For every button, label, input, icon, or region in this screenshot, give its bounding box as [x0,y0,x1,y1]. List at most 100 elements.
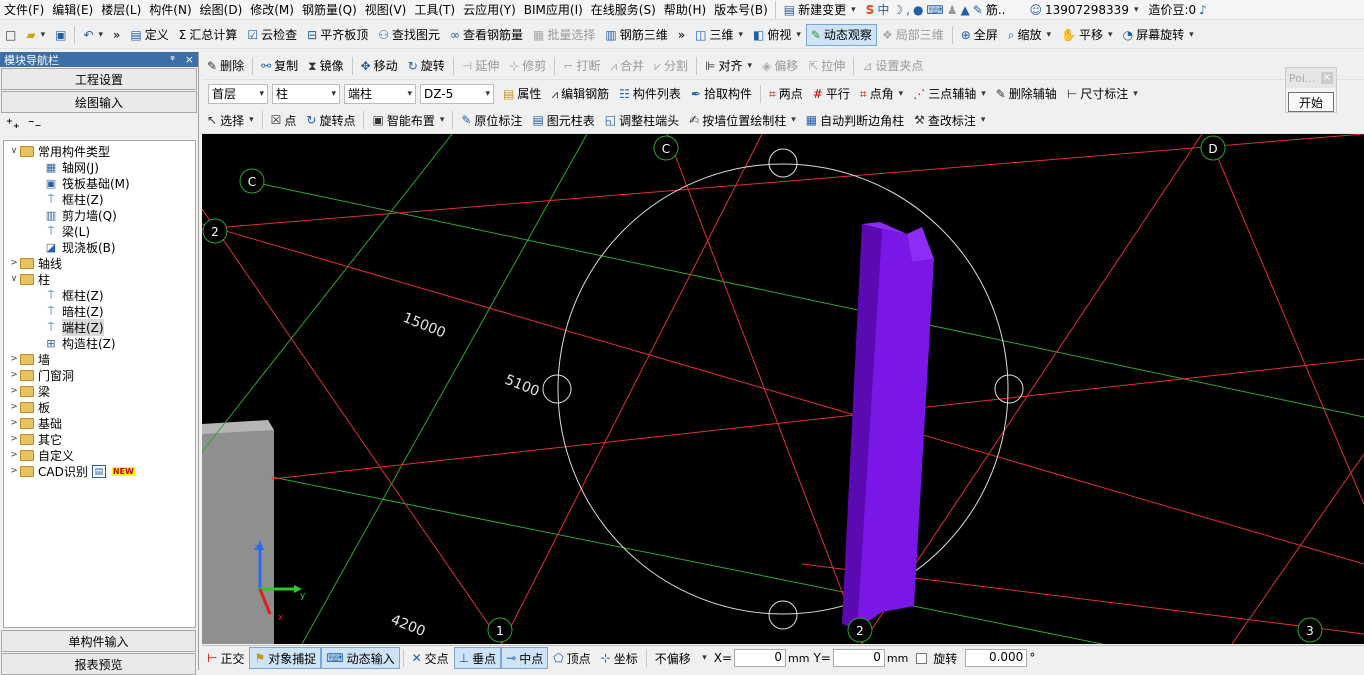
fullscreen-button[interactable]: ⊕ 全屏 [956,24,1003,46]
pick-component-button[interactable]: ✒ 拾取构件 [686,83,757,105]
dynamic-input-toggle[interactable]: ⌨ 动态输入 [321,647,400,669]
stretch-button[interactable]: ⇱ 拉伸 [803,55,850,77]
open-file-button[interactable]: ▰ ▾ [21,24,50,46]
trim-button[interactable]: ⊹ 修剪 [504,55,551,77]
menu-file[interactable]: 文件(F) [0,0,48,19]
point-button[interactable]: ☒ 点 [266,109,302,131]
menu-floor[interactable]: 楼层(L) [97,0,145,19]
close-icon[interactable]: × [185,53,194,66]
rotate-button[interactable]: ↻ 旋转 [403,55,450,77]
tree-item[interactable]: ⍑ 暗柱(Z) [4,303,195,319]
orbit-circle[interactable] [557,163,1009,615]
in-place-label-button[interactable]: ✎ 原位标注 [456,109,527,131]
tree-item[interactable]: > 板 [4,399,195,415]
ortho-toggle[interactable]: ⊢ 正交 [202,647,249,669]
orbit-handle-right[interactable] [994,374,1024,404]
tree-item[interactable]: ▣ 筏板基础(M) [4,175,195,191]
mirror-button[interactable]: ⧗ 镜像 [303,55,348,77]
move-button[interactable]: ✥ 移动 [356,55,403,77]
orbit-handle-top[interactable] [768,148,798,178]
menu-view[interactable]: 视图(V) [361,0,411,19]
single-component-input-button[interactable]: 单构件输入 [1,630,196,652]
tree-item[interactable]: > 其它 [4,431,195,447]
sum-calc-button[interactable]: Σ 汇总计算 [174,24,243,46]
find-element-button[interactable]: ⚇ 查找图元 [373,24,445,46]
save-button[interactable]: ▣ [50,24,71,46]
extend-button[interactable]: ⊣ 延伸 [457,55,504,77]
menu-tools[interactable]: 工具(T) [410,0,459,19]
coordinate-snap-toggle[interactable]: ⊹ 坐标 [596,647,643,669]
draw-by-wall-button[interactable]: ✍ 按墙位置绘制柱 ▾ [684,109,801,131]
select-button[interactable]: ↖ 选择 ▾ [202,109,259,131]
expand-icon[interactable]: > [8,354,20,364]
split-button[interactable]: ⩗ 分割 [649,55,693,77]
expand-all-icon[interactable]: ⁺₊ [6,117,20,132]
merge-button[interactable]: ⩘ 合并 [605,55,649,77]
tree-item[interactable]: ⍑ 框柱(Z) [4,287,195,303]
expand-icon[interactable]: > [8,466,20,476]
dimension-button[interactable]: ⊢ 尺寸标注 ▾ [1062,83,1143,105]
close-icon[interactable]: × [1321,72,1333,84]
tree-item[interactable]: > 梁 [4,383,195,399]
menu-version[interactable]: 版本号(B) [710,0,772,19]
expand-icon[interactable]: > [8,258,20,268]
rotate-checkbox[interactable] [916,652,928,664]
toolbar-more-button-2[interactable]: » [673,24,690,46]
tree-item[interactable]: ▦ 轴网(J) [4,159,195,175]
pin-icon[interactable]: ᵠ [170,53,175,66]
x-coordinate-input[interactable]: 0 [734,649,787,667]
auto-corner-button[interactable]: ▦ 自动判断边角柱 [801,109,909,131]
cad-viewport[interactable]: 15000 5100 4200 C C D 2 1 2 3 z y x [202,134,1364,644]
align-button[interactable]: ⊫ 对齐 ▾ [700,55,757,77]
vertex-snap-toggle[interactable]: ⬠ 顶点 [548,647,595,669]
change-label-button[interactable]: ⚒ 查改标注 ▾ [909,109,990,131]
perpendicular-snap-toggle[interactable]: ⊥ 垂点 [453,647,502,669]
two-point-button[interactable]: ⌗ 两点 [764,83,808,105]
report-preview-button[interactable]: 报表预览 [1,653,196,675]
adjust-column-end-button[interactable]: ◱ 调整柱端头 [600,109,684,131]
cloud-check-button[interactable]: ☑ 云检查 [242,24,302,46]
tree-item[interactable]: > 自定义 [4,447,195,463]
new-file-button[interactable]: □ [0,24,21,46]
tree-item[interactable]: > 轴线 [4,255,195,271]
menu-rebar[interactable]: 钢筋量(Q) [298,0,361,19]
tree-item[interactable]: ⍑ 端柱(Z) [4,318,195,336]
expand-icon[interactable]: > [8,370,20,380]
tree-item[interactable]: ⍑ 梁(L) [4,223,195,239]
tree-item[interactable]: ▥ 剪力墙(Q) [4,207,195,223]
tree-item[interactable]: > CAD识别 ▤ NEW [4,463,195,479]
rotate-point-button[interactable]: ↻ 旋转点 [301,109,360,131]
menu-modify[interactable]: 修改(M) [246,0,298,19]
orbit-handle-left[interactable] [542,374,572,404]
midpoint-snap-toggle[interactable]: ⊸ 中点 [501,647,549,669]
menu-draw[interactable]: 绘图(D) [196,0,247,19]
project-settings-button[interactable]: 工程设置 [1,68,197,90]
three-point-aux-button[interactable]: ⋰ 三点辅轴 ▾ [908,83,991,105]
top-view-button[interactable]: ◧ 俯视 ▾ [748,24,806,46]
component-type-select[interactable]: 柱 ▾ [272,83,340,104]
expand-icon[interactable]: > [8,434,20,444]
define-button[interactable]: ▤ 定义 [125,24,173,46]
drawing-canvas[interactable]: 15000 5100 4200 C C D 2 1 2 3 z y x [202,134,1364,644]
rebar-3d-button[interactable]: ▥ 钢筋三维 [600,24,672,46]
tree-item[interactable]: > 墙 [4,351,195,367]
smart-layout-button[interactable]: ▣ 智能布置 ▾ [367,109,449,131]
tree-item[interactable]: > 基础 [4,415,195,431]
component-list-button[interactable]: ☷ 构件列表 [614,83,686,105]
edit-rebar-button[interactable]: ⩘ 编辑钢筋 [546,83,614,105]
menu-online[interactable]: 在线服务(S) [587,0,660,19]
expand-icon[interactable]: > [8,402,20,412]
expand-icon[interactable]: > [8,418,20,428]
menu-bim[interactable]: BIM应用(I) [520,0,587,19]
flat-top-button[interactable]: ⊟ 平齐板顶 [302,24,373,46]
property-button[interactable]: ▤ 属性 [498,83,546,105]
undo-button[interactable]: ↶ ▾ [78,24,108,46]
price-bean-button[interactable]: 造价豆:0 ♪ [1143,0,1211,19]
poi-start-button[interactable]: 开始 [1288,92,1334,112]
collapse-all-icon[interactable]: ⁻₋ [28,117,42,132]
collapse-icon[interactable]: ∨ [8,146,20,156]
copy-button[interactable]: ⚯ 复制 [256,55,303,77]
view-rebar-button[interactable]: ∞ 查看钢筋量 [445,24,528,46]
object-snap-toggle[interactable]: ⚑ 对象捕捉 [249,647,322,669]
menu-help[interactable]: 帮助(H) [660,0,710,19]
